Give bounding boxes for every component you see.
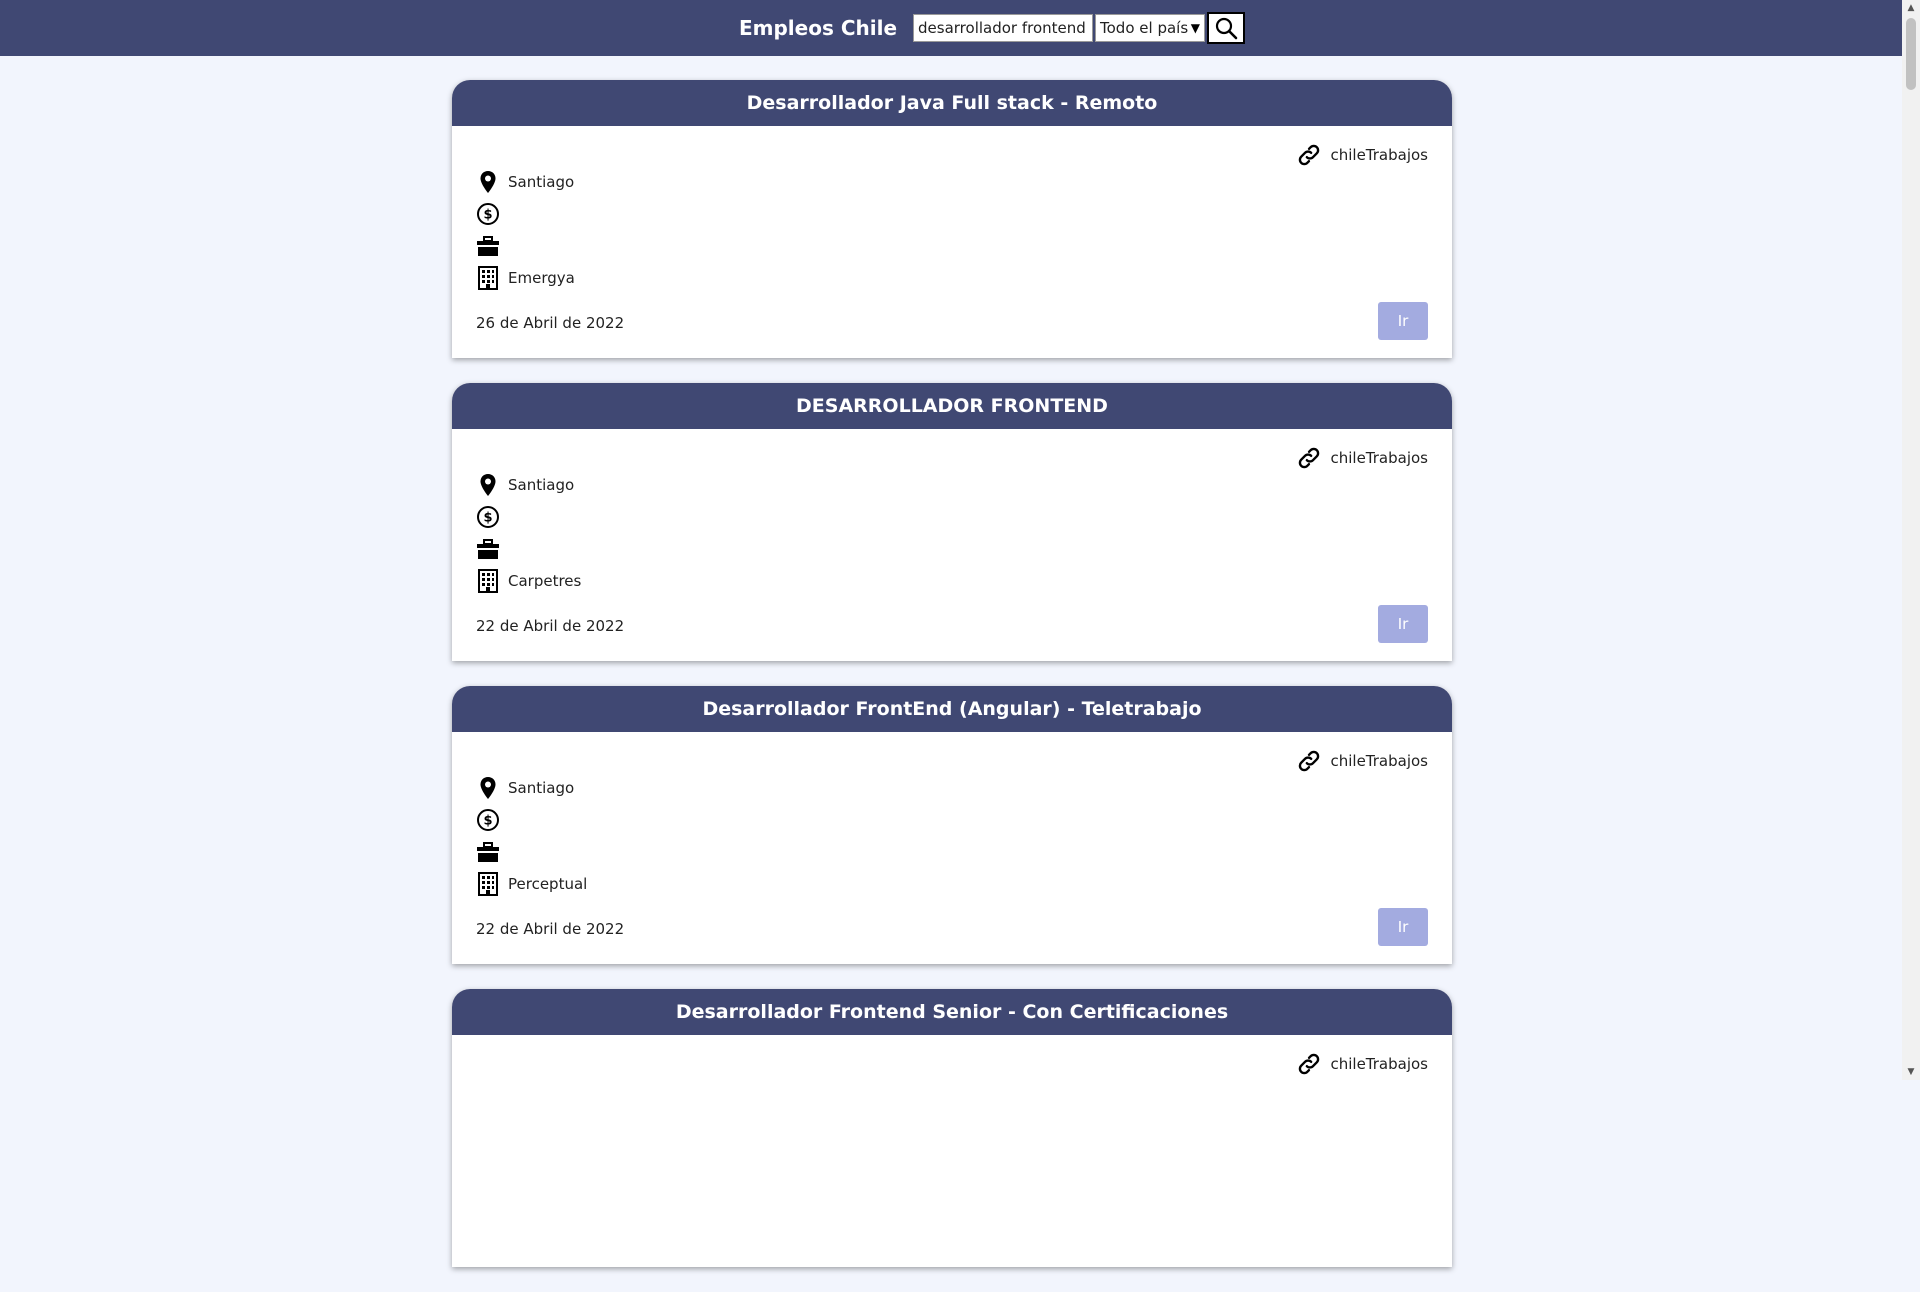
job-company: Emergya: [476, 266, 575, 290]
job-source-link[interactable]: chileTrabajos: [1296, 142, 1428, 168]
region-select-value: Todo el país: [1100, 19, 1189, 37]
job-title[interactable]: Desarrollador FrontEnd (Angular) - Telet…: [452, 686, 1452, 732]
job-location-text: Santiago: [508, 779, 575, 797]
building-icon: [476, 872, 500, 896]
link-icon: [1299, 750, 1320, 772]
job-card: Desarrollador FrontEnd (Angular) - Telet…: [452, 686, 1452, 964]
job-date: 22 de Abril de 2022: [476, 617, 625, 635]
job-company-text: Carpetres: [508, 572, 582, 590]
job-company: Carpetres: [476, 569, 581, 593]
top-bar: Empleos Chile Todo el país ▼: [0, 0, 1902, 56]
job-location: Santiago: [476, 776, 574, 800]
job-date: 22 de Abril de 2022: [476, 920, 625, 938]
job-salary: $: [476, 808, 508, 832]
location-pin-icon: [476, 473, 500, 497]
job-card: Desarrollador Java Full stack - Remoto c…: [452, 80, 1452, 358]
job-list: Desarrollador Java Full stack - Remoto c…: [452, 80, 1452, 1292]
briefcase-icon: [476, 840, 500, 864]
building-icon: [476, 266, 500, 290]
search-button[interactable]: [1207, 12, 1246, 44]
job-source-link[interactable]: chileTrabajos: [1296, 748, 1428, 774]
chevron-down-icon: ▼: [1190, 21, 1201, 35]
job-title[interactable]: DESARROLLADOR FRONTEND: [452, 383, 1452, 429]
go-button[interactable]: Ir: [1378, 908, 1428, 946]
job-date: 26 de Abril de 2022: [476, 314, 625, 332]
job-card: Desarrollador Frontend Senior - Con Cert…: [452, 989, 1452, 1267]
dollar-circle-icon: $: [476, 808, 500, 832]
job-type: [476, 537, 508, 561]
search-icon: [1215, 17, 1238, 40]
job-salary: $: [476, 505, 508, 529]
vertical-scrollbar[interactable]: ▲ ▼: [1902, 0, 1920, 1080]
job-source-label: chileTrabajos: [1330, 449, 1428, 467]
job-company: Perceptual: [476, 872, 587, 896]
job-source-label: chileTrabajos: [1330, 752, 1428, 770]
region-select[interactable]: Todo el país ▼: [1095, 14, 1206, 42]
scroll-down-icon[interactable]: ▼: [1902, 1064, 1920, 1080]
dollar-circle-icon: $: [476, 505, 500, 529]
building-icon: [476, 569, 500, 593]
search-input[interactable]: [913, 14, 1094, 42]
job-location-text: Santiago: [508, 476, 575, 494]
briefcase-icon: [476, 537, 500, 561]
svg-text:$: $: [483, 511, 492, 526]
job-source-label: chileTrabajos: [1330, 1055, 1428, 1073]
location-pin-icon: [476, 776, 500, 800]
job-title[interactable]: Desarrollador Frontend Senior - Con Cert…: [452, 989, 1452, 1035]
svg-text:$: $: [483, 814, 492, 829]
briefcase-icon: [476, 234, 500, 258]
go-button[interactable]: Ir: [1378, 605, 1428, 643]
job-location: Santiago: [476, 170, 574, 194]
job-source-label: chileTrabajos: [1330, 146, 1428, 164]
job-salary: $: [476, 202, 508, 226]
job-card: DESARROLLADOR FRONTEND chileTrabajos San…: [452, 383, 1452, 661]
job-location-text: Santiago: [508, 173, 575, 191]
job-source-link[interactable]: chileTrabajos: [1296, 445, 1428, 471]
link-icon: [1299, 144, 1320, 166]
job-title[interactable]: Desarrollador Java Full stack - Remoto: [452, 80, 1452, 126]
job-type: [476, 840, 508, 864]
site-title[interactable]: Empleos Chile: [739, 16, 897, 40]
job-company-text: Perceptual: [508, 875, 588, 893]
dollar-circle-icon: $: [476, 202, 500, 226]
scrollbar-thumb[interactable]: [1906, 18, 1916, 90]
location-pin-icon: [476, 170, 500, 194]
link-icon: [1299, 1053, 1320, 1075]
job-type: [476, 234, 508, 258]
go-button[interactable]: Ir: [1378, 302, 1428, 340]
scroll-up-icon[interactable]: ▲: [1902, 0, 1920, 16]
job-company-text: Emergya: [508, 269, 575, 287]
svg-text:$: $: [483, 208, 492, 223]
job-source-link[interactable]: chileTrabajos: [1296, 1051, 1428, 1077]
link-icon: [1299, 447, 1320, 469]
job-location: Santiago: [476, 473, 574, 497]
